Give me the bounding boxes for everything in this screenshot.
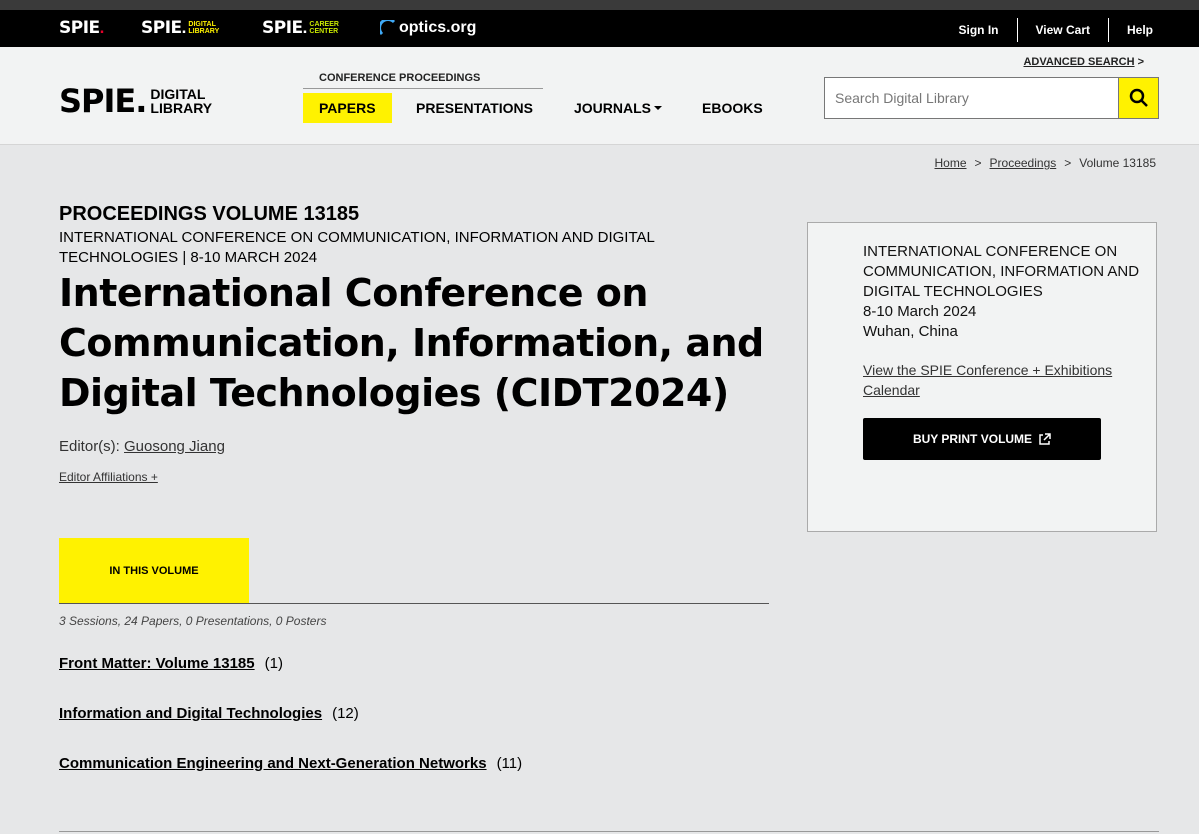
caret-down-icon [654, 106, 663, 110]
search-box [824, 77, 1159, 119]
conference-location: Wuhan, China [863, 323, 958, 340]
conference-details: INTERNATIONAL CONFERENCE ON COMMUNICATIO… [863, 242, 1148, 342]
advanced-search-link[interactable]: ADVANCED SEARCH > [1023, 56, 1144, 68]
spie-digital-library-link[interactable]: SPIE. DIGITAL LIBRARY [141, 18, 219, 38]
session-count: (12) [332, 705, 359, 722]
session-link[interactable]: Front Matter: Volume 13185 [59, 655, 255, 672]
tab-divider [59, 603, 769, 604]
brand-name: SPIE [59, 18, 100, 38]
spie-career-center-link[interactable]: SPIE. CAREER CENTER [262, 18, 339, 38]
view-cart-link[interactable]: View Cart [1018, 18, 1108, 42]
session-item: Front Matter: Volume 13185 (1) [59, 655, 283, 672]
search-button[interactable] [1118, 78, 1158, 118]
editor-link[interactable]: Guosong Jiang [124, 438, 225, 455]
optics-org-link[interactable]: optics.org [380, 19, 476, 37]
nav-journals-label: JOURNALS [574, 100, 652, 116]
nav-presentations[interactable]: PRESENTATIONS [416, 93, 533, 123]
spie-home-link[interactable]: SPIE. [59, 18, 104, 38]
brand-name: SPIE [141, 18, 182, 38]
editors-label: Editor(s): [59, 438, 120, 455]
brand-dot: . [99, 18, 105, 37]
optics-label: optics.org [399, 19, 477, 36]
brand-sub: CAREER CENTER [309, 21, 339, 35]
optics-logo-icon [380, 20, 396, 36]
account-links: Sign In View Cart Help [941, 18, 1171, 42]
search-icon [1129, 88, 1148, 107]
search-input[interactable] [825, 78, 1118, 118]
session-link[interactable]: Information and Digital Technologies [59, 705, 322, 722]
volume-heading: PROCEEDINGS VOLUME 13185 [59, 203, 360, 225]
buy-label: BUY PRINT VOLUME [912, 432, 1033, 446]
editor-affiliations-toggle[interactable]: Editor Affiliations + [59, 470, 158, 484]
nav-ebooks[interactable]: EBOOKS [702, 93, 763, 123]
divider [59, 831, 1159, 832]
breadcrumb-proceedings[interactable]: Proceedings [990, 156, 1057, 170]
breadcrumb-current: Volume 13185 [1079, 156, 1156, 170]
calendar-link[interactable]: View the SPIE Conference + Exhibitions C… [863, 360, 1143, 400]
breadcrumb: Home > Proceedings > Volume 13185 [935, 156, 1157, 170]
volume-subheading: INTERNATIONAL CONFERENCE ON COMMUNICATIO… [59, 229, 655, 266]
breadcrumb-separator: > [1064, 156, 1072, 170]
breadcrumb-home[interactable]: Home [935, 156, 967, 170]
brand-name: SPIE [262, 18, 303, 38]
buy-print-volume-button[interactable]: BUY PRINT VOLUME [863, 418, 1101, 460]
conference-proceedings-label: CONFERENCE PROCEEDINGS [303, 72, 543, 89]
external-link-icon [1039, 432, 1051, 445]
logo-sub: DIGITAL LIBRARY [150, 86, 213, 116]
brand-sub: DIGITAL LIBRARY [188, 21, 220, 35]
help-link[interactable]: Help [1109, 18, 1171, 42]
session-item: Information and Digital Technologies (12… [59, 705, 359, 722]
tab-in-this-volume[interactable]: IN THIS VOLUME [59, 538, 249, 603]
breadcrumb-separator: > [974, 156, 982, 170]
conference-dates: 8-10 March 2024 [863, 303, 977, 320]
nav-papers[interactable]: PAPERS [303, 93, 392, 123]
top-bar: SPIE. SPIE. DIGITAL LIBRARY SPIE. CAREER C… [0, 0, 1199, 47]
session-count: (1) [264, 655, 283, 672]
editors: Editor(s): Guosong Jiang [59, 438, 225, 455]
page-title: International Conference on Communicatio… [59, 271, 764, 415]
volume-counts: 3 Sessions, 24 Papers, 0 Presentations, … [59, 614, 327, 628]
session-item: Communication Engineering and Next-Gener… [59, 755, 522, 772]
conference-name: INTERNATIONAL CONFERENCE ON COMMUNICATIO… [863, 243, 1140, 300]
sign-in-link[interactable]: Sign In [941, 18, 1017, 42]
session-count: (11) [496, 755, 523, 772]
conference-info-box: INTERNATIONAL CONFERENCE ON COMMUNICATIO… [807, 222, 1157, 532]
site-header: SPIE. DIGITAL LIBRARY CONFERENCE PROCEEDI… [0, 47, 1199, 145]
session-link[interactable]: Communication Engineering and Next-Gener… [59, 755, 487, 772]
logo-main: SPIE. [59, 82, 147, 120]
spie-digital-library-logo[interactable]: SPIE. DIGITAL LIBRARY [59, 82, 212, 120]
nav-journals[interactable]: JOURNALS [574, 93, 663, 123]
